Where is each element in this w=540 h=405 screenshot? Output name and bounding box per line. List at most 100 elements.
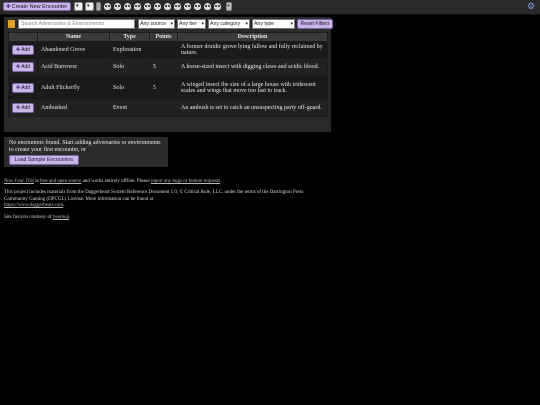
skull-icon[interactable] [104,3,111,10]
report-bugs-link[interactable]: report any bugs or feature requests [151,179,220,184]
plus-icon: ✚ [15,84,21,91]
tier-select-value: Any tier [179,21,197,27]
type-select-value: Any type [254,21,275,27]
plus-icon: ✚ [6,4,11,10]
skull-icon[interactable] [214,3,221,10]
chevron-down-icon: ▾ [290,21,293,27]
add-button[interactable]: ✚Add [12,45,34,55]
box-icon [8,20,15,28]
source-select[interactable]: Any source ▾ [138,19,175,29]
points-cell: 5 [149,75,178,100]
empty-encounters-panel: No encounters found. Start adding advers… [4,137,168,167]
divider-handle[interactable] [96,2,101,11]
add-label: Add [21,84,31,91]
footer-text: . [63,203,65,209]
tier-select[interactable]: Any tier ▾ [177,19,206,29]
add-cell: ✚Add [8,41,38,59]
search-placeholder: Search Adversaries & Environments [21,21,105,27]
header-add [8,32,38,42]
points-cell: 5 [149,58,178,76]
empty-message: No encounters found. Start adding advers… [9,140,161,153]
description-cell: A horse-sized insect with digging claws … [177,58,328,76]
table-row: ✚Add Abandoned Grove Exploration A former d… [8,41,328,59]
description-cell: An ambush is set to catch an unsuspectin… [177,99,328,117]
header-type[interactable]: Type [109,32,150,42]
add-cell: ✚Add [8,75,38,100]
points-cell [149,41,178,59]
more-button[interactable]: + [226,2,232,11]
header-name[interactable]: Name [37,32,110,42]
footer-text: . [220,179,222,184]
footer-license: This project includes materials from the… [4,190,304,209]
top-toolbar: ✚Create New Encounter ▾ ▾ + ⚙ [0,0,540,15]
add-button[interactable]: ✚Add [12,103,34,113]
skull-icon[interactable] [144,3,151,10]
category-select-value: Any category [210,21,241,27]
table-row: ✚Add Acid Burrower Solo 5 A horse-sized inse… [8,58,328,76]
footer: Now Fear This is free and open source an… [4,179,304,226]
plus-icon: ✚ [15,105,21,111]
table-row: ✚Add Ambushed Event An ambush is set to cat… [8,99,328,117]
points-cell [149,99,178,117]
chevron-down-icon: ▾ [170,21,173,27]
add-cell: ✚Add [8,99,38,117]
chevron-down-icon: ▾ [245,21,248,27]
type-cell: Solo [109,75,150,100]
type-select[interactable]: Any type ▾ [252,19,295,29]
description-cell: A winged insect the size of a large hous… [177,75,328,100]
description-cell: A former druidic grove lying fallow and … [177,41,328,59]
name-cell: Abandoned Grove [37,41,110,59]
name-cell: Acid Burrower [37,58,110,76]
filter-row: Search Adversaries & Environments Any so… [4,17,333,31]
gear-icon[interactable]: ⚙ [527,2,536,11]
skull-icon[interactable] [174,3,181,10]
twemoji-link[interactable]: twemoji [53,215,69,220]
name-cell: Ambushed [37,99,110,117]
type-cell: Exploration [109,41,150,59]
add-label: Add [21,64,31,70]
license-text: This project includes materials from the… [4,190,304,202]
header-points[interactable]: Points [149,32,178,42]
add-label: Add [21,105,31,111]
type-cell: Solo [109,58,150,76]
skull-icon[interactable] [184,3,191,10]
add-label: Add [21,47,31,53]
adversary-table: Name Type Points Description ✚Add Abandon… [8,32,328,117]
add-cell: ✚Add [8,58,38,76]
footer-text: . [69,214,71,220]
chevron-down-icon: ▾ [201,21,204,27]
source-link[interactable]: free and open source [40,179,82,184]
skull-icon[interactable] [124,3,131,10]
reset-filters-button[interactable]: Reset Filters [297,19,333,29]
project-link[interactable]: Now Fear This [4,179,34,184]
footer-favicon: Site favicon courtesy of twemoji. [4,215,304,221]
table-row: ✚Add Adult Flickerfly Solo 5 A winged insect… [8,75,328,100]
add-button[interactable]: ✚Add [12,82,34,93]
category-select[interactable]: Any category ▾ [208,19,250,29]
add-button[interactable]: ✚Add [12,62,34,72]
browser-panel: Search Adversaries & Environments Any so… [4,17,333,132]
skull-icon[interactable] [134,3,141,10]
table-header-row: Name Type Points Description [8,32,328,42]
daggerheart-link[interactable]: https://www.daggerheart.com [4,203,63,208]
skull-icon[interactable] [164,3,171,10]
plus-icon: ✚ [15,47,21,53]
search-input[interactable]: Search Adversaries & Environments [18,19,135,29]
encounter-select[interactable]: ▾ [74,2,83,11]
skull-icon[interactable] [194,3,201,10]
create-encounter-button[interactable]: ✚Create New Encounter [3,2,71,11]
load-sample-encounters-button[interactable]: Load Sample Encounters [9,155,79,165]
skull-icon[interactable] [154,3,161,10]
create-encounter-label: Create New Encounter [11,4,68,10]
footer-about: Now Fear This is free and open source an… [4,179,304,185]
type-cell: Event [109,99,150,117]
encounter-select-2[interactable]: ▾ [85,2,94,11]
favicon-text: Site favicon courtesy of [4,214,53,220]
name-cell: Adult Flickerfly [37,75,110,100]
footer-text: and works entirely offline. Please [81,179,151,184]
plus-icon: ✚ [15,64,21,70]
skull-icon[interactable] [204,3,211,10]
header-description[interactable]: Description [177,32,328,42]
skull-icon[interactable] [114,3,121,10]
source-select-value: Any source [140,21,166,27]
